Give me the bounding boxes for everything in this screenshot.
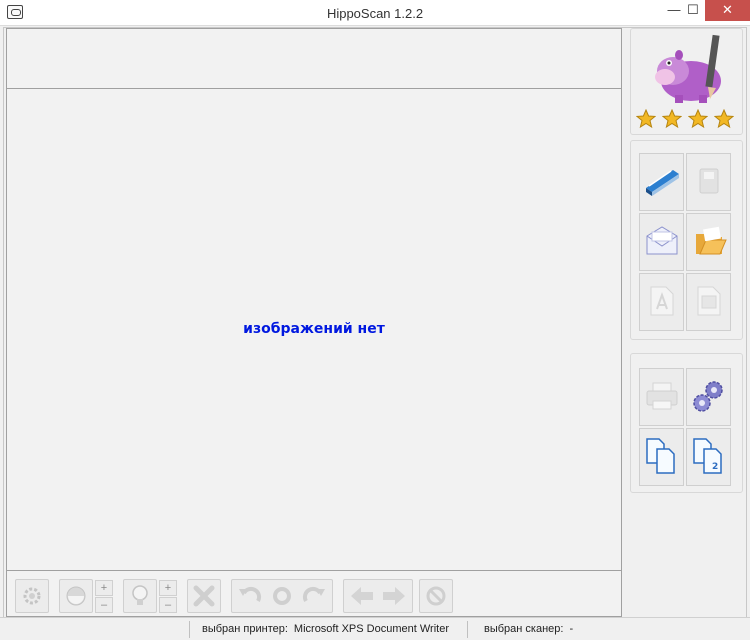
brightness-button[interactable] — [123, 579, 157, 613]
rotate-group — [231, 579, 333, 613]
rating-star-icon — [635, 108, 657, 129]
duplex-copy-button[interactable]: 2 — [686, 428, 731, 486]
rotate-left-icon[interactable] — [238, 585, 262, 607]
arrow-left-icon[interactable] — [349, 586, 375, 606]
window-title: HippoScan 1.2.2 — [326, 6, 424, 21]
scan-button[interactable] — [639, 153, 684, 211]
close-button[interactable]: ✕ — [705, 0, 750, 21]
brightness-plus-button[interactable]: + — [159, 580, 177, 596]
copy-pages-button[interactable] — [639, 428, 684, 486]
refresh-icon[interactable] — [270, 585, 294, 607]
navigate-group — [343, 579, 413, 613]
folder-icon — [690, 224, 728, 261]
printer-icon — [644, 381, 680, 414]
document-image-icon — [695, 285, 723, 320]
contrast-minus-button[interactable]: – — [95, 597, 113, 613]
printer-value: Microsoft XPS Document Writer — [293, 623, 449, 635]
delete-image-button[interactable] — [187, 579, 221, 613]
gears-icon — [690, 378, 728, 417]
scanner-icon — [643, 164, 681, 201]
empty-message: изображений нет — [243, 321, 385, 337]
rotate-right-icon[interactable] — [302, 585, 326, 607]
gear-icon — [21, 585, 43, 607]
svg-text:2: 2 — [712, 462, 718, 472]
title-bar: HippoScan 1.2.2 — ☐ ✕ — [0, 0, 750, 26]
export-pdf-button[interactable] — [639, 273, 684, 331]
actions-group — [630, 140, 743, 340]
copy-pages-two-icon: 2 — [691, 437, 727, 478]
pdf-icon — [648, 285, 676, 320]
rating-star-icon — [687, 108, 709, 129]
brightness-minus-button[interactable]: – — [159, 597, 177, 613]
cancel-button[interactable] — [419, 579, 453, 613]
rating-star-icon — [661, 108, 683, 129]
printer-status: выбран принтер: Microsoft XPS Document Wr… — [196, 621, 468, 638]
status-bar: выбран принтер: Microsoft XPS Document Wr… — [0, 617, 750, 640]
export-image-button[interactable] — [686, 273, 731, 331]
image-toolbar: + – + – — [7, 570, 621, 616]
status-cell-empty — [0, 621, 190, 638]
maximize-button[interactable]: ☐ — [680, 0, 706, 21]
printer-label: выбран принтер: — [202, 623, 288, 635]
email-button[interactable] — [639, 213, 684, 271]
auto-adjust-button[interactable] — [15, 579, 49, 613]
settings-button[interactable] — [686, 368, 731, 426]
scanner-label: выбран сканер: — [484, 623, 564, 635]
delete-x-icon — [193, 585, 215, 607]
contrast-button[interactable] — [59, 579, 93, 613]
scanner-status: выбран сканер: - — [478, 621, 750, 638]
copy-pages-icon — [644, 437, 680, 478]
scanner-value: - — [569, 623, 574, 635]
open-folder-button[interactable] — [686, 213, 731, 271]
arrow-right-icon[interactable] — [381, 586, 407, 606]
print-button[interactable] — [639, 368, 684, 426]
logo-box — [630, 28, 743, 135]
image-viewer[interactable]: изображений нет + – + – — [6, 28, 622, 617]
thumbnail-strip[interactable] — [7, 29, 621, 89]
contrast-icon — [64, 586, 88, 606]
rating-star-icon — [713, 108, 735, 129]
save-disk-icon — [697, 167, 721, 198]
right-panel: 2 — [628, 28, 745, 617]
cancel-circle-icon — [425, 585, 447, 607]
lightbulb-icon — [131, 584, 149, 608]
contrast-plus-button[interactable]: + — [95, 580, 113, 596]
tools-group: 2 — [630, 353, 743, 493]
hippo-logo — [651, 33, 727, 110]
envelope-icon — [643, 224, 681, 261]
save-button[interactable] — [686, 153, 731, 211]
